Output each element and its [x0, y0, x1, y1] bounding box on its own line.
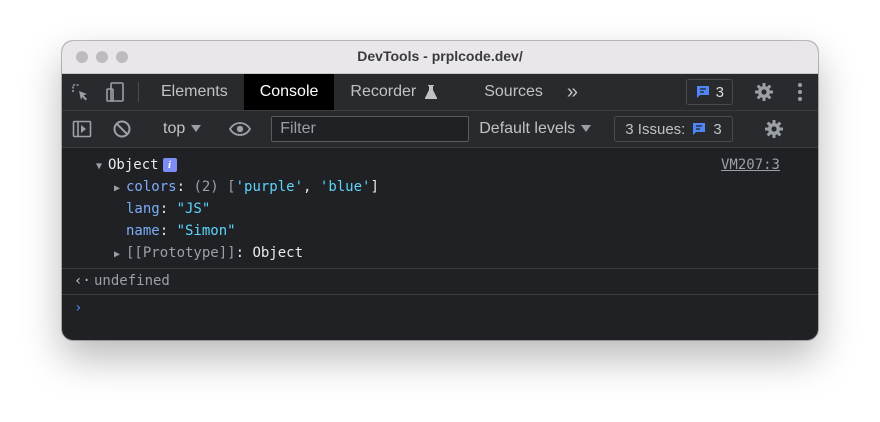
prompt-chevron-icon: › [74, 300, 83, 316]
issues-count: 3 [713, 120, 722, 138]
object-label: Object [108, 157, 159, 173]
messages-badge[interactable]: 3 [685, 79, 733, 105]
expanded-triangle-icon: ▼ [96, 161, 103, 172]
array-prefix: (2) [ [193, 179, 236, 195]
object-header[interactable]: ▼ Object i VM207:3 [62, 154, 818, 176]
dropdown-arrow-icon [581, 125, 592, 132]
property-key: lang [126, 201, 160, 217]
message-icon [696, 86, 709, 98]
array-item: 'purple' [235, 179, 304, 195]
message-icon [693, 123, 706, 135]
property-prototype[interactable]: ▶ [[Prototype]]: Object [62, 242, 818, 264]
settings-gear-icon[interactable] [746, 82, 782, 102]
inspect-element-icon[interactable] [62, 74, 98, 110]
filter-input[interactable] [271, 116, 470, 142]
tab-sources[interactable]: Sources [454, 74, 559, 110]
more-tabs-button[interactable]: » [559, 74, 586, 110]
property-key: colors [126, 179, 177, 195]
return-arrow-icon: ‹· [74, 273, 91, 289]
log-levels-label: Default levels [479, 120, 576, 137]
collapsed-triangle-icon: ▶ [114, 183, 121, 194]
property-name: name: "Simon" [126, 223, 236, 239]
show-sidebar-icon[interactable] [62, 120, 102, 138]
collapsed-triangle-icon: ▶ [114, 249, 121, 260]
issues-button[interactable]: 3 Issues: 3 [614, 116, 733, 142]
property-value: "Simon" [176, 223, 236, 239]
window-title: DevTools - prplcode.dev/ [357, 48, 523, 64]
dropdown-arrow-icon [191, 125, 202, 132]
console-prompt[interactable]: › [62, 295, 818, 321]
result-value: undefined [94, 273, 170, 289]
property-value: "JS" [176, 201, 211, 217]
info-icon[interactable]: i [162, 158, 177, 172]
title-bar: DevTools - prplcode.dev/ [62, 41, 818, 74]
tab-recorder[interactable]: Recorder [334, 74, 454, 110]
issues-label: 3 Issues: [625, 120, 686, 138]
tabbar-actions: 3 [685, 74, 818, 110]
tab-recorder-label: Recorder [350, 83, 417, 100]
source-link[interactable]: VM207:3 [721, 154, 780, 176]
more-options-icon[interactable] [782, 82, 818, 102]
tab-elements[interactable]: Elements [145, 74, 244, 110]
array-item: 'blue' [319, 179, 371, 195]
property-colors[interactable]: ▶ colors: (2) ['purple', 'blue'] [62, 176, 818, 198]
console-toolbar: top Default levels 3 Issues: 3 [62, 111, 818, 148]
devtools-window: DevTools - prplcode.dev/ Elements Consol… [62, 41, 818, 340]
property-key: name [126, 223, 160, 239]
panel-tab-bar: Elements Console Recorder Sources » 3 [62, 74, 818, 111]
log-levels-dropdown[interactable]: Default levels [469, 120, 601, 138]
console-log-entry: ▼ Object i VM207:3 ▶ colors: (2) ['purple',… [62, 148, 818, 269]
device-toolbar-icon[interactable] [98, 74, 132, 110]
messages-count: 3 [715, 83, 724, 101]
separator [138, 82, 139, 102]
flask-icon [425, 85, 438, 99]
live-expression-eye-icon[interactable] [222, 122, 258, 136]
console-output: ▼ Object i VM207:3 ▶ colors: (2) ['purple',… [62, 148, 818, 321]
property-value: Object [252, 245, 304, 261]
context-label: top [163, 120, 186, 137]
clear-console-icon[interactable] [102, 119, 142, 139]
property-key: [[Prototype]] [126, 245, 236, 261]
property-lang: lang: "JS" [126, 201, 211, 217]
context-selector[interactable]: top [155, 120, 209, 138]
console-result: ‹· undefined [62, 269, 818, 295]
console-settings-gear-icon[interactable] [754, 119, 794, 139]
tab-console[interactable]: Console [243, 74, 335, 110]
